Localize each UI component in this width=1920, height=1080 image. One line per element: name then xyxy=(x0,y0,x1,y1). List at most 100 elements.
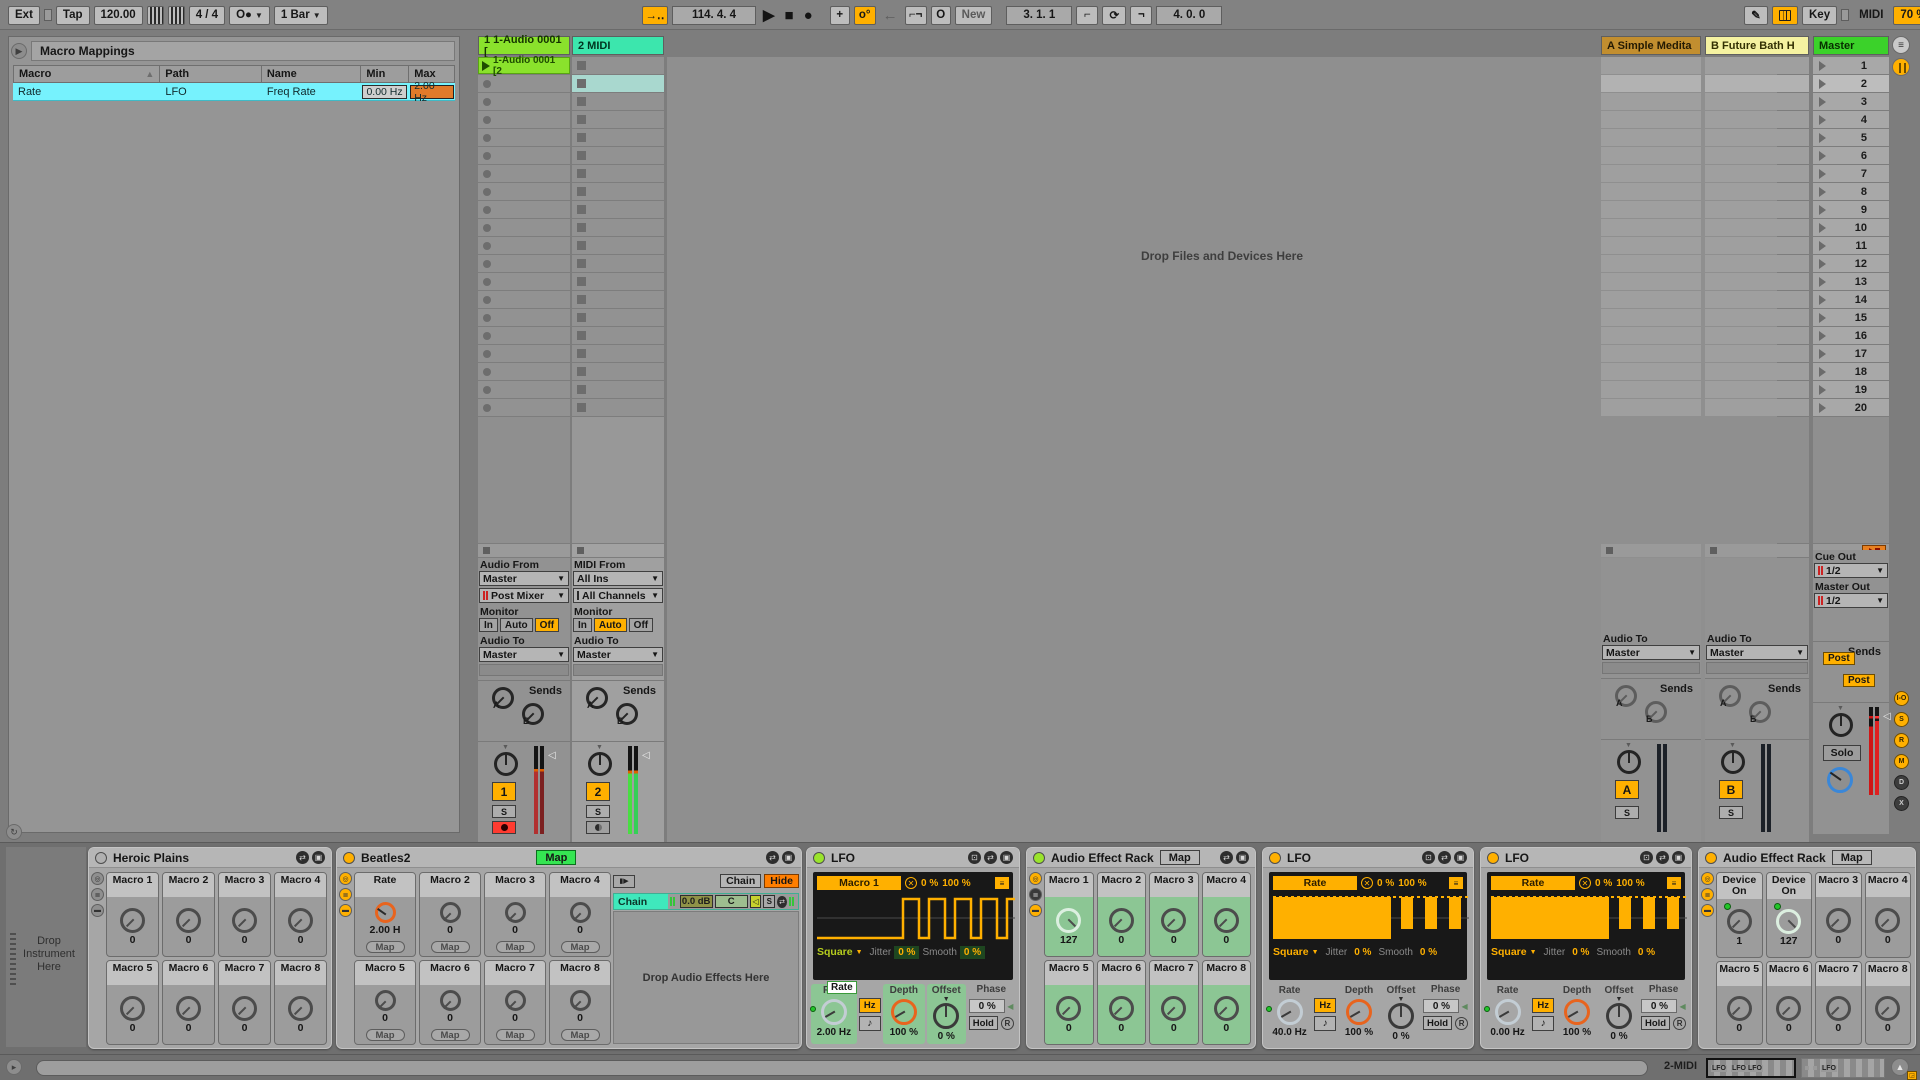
scene-play-icon[interactable] xyxy=(1819,169,1826,179)
scene[interactable]: 12 xyxy=(1813,255,1889,272)
macro-map-button[interactable]: Map xyxy=(431,941,470,953)
input-routing-dropdown[interactable]: Master▼ xyxy=(479,571,569,586)
monitor-off-button[interactable]: Off xyxy=(535,618,559,632)
pan-knob[interactable] xyxy=(588,752,612,776)
mixer-section-toggle[interactable]: X xyxy=(1894,796,1909,811)
macro-knob[interactable] xyxy=(176,908,201,933)
device-chain-overview[interactable]: LFO xyxy=(1801,1058,1885,1078)
offset-knob[interactable] xyxy=(933,1003,959,1029)
macro-knob[interactable] xyxy=(440,990,461,1011)
clip-slot[interactable] xyxy=(572,129,664,146)
rate-value[interactable]: 2.00 Hz xyxy=(817,1027,851,1038)
scene-play-icon[interactable] xyxy=(1819,295,1826,305)
pan-knob[interactable] xyxy=(494,752,518,776)
window-icon[interactable]: ⊡ xyxy=(968,851,981,864)
lfo-shape-dropdown[interactable]: Square xyxy=(1273,946,1309,958)
retrigger-button[interactable]: R xyxy=(1673,1017,1686,1030)
macro-knob[interactable] xyxy=(1161,908,1186,933)
mixer-section-toggle[interactable]: M xyxy=(1894,754,1909,769)
rate-knob[interactable] xyxy=(1277,999,1303,1025)
macro-knob[interactable] xyxy=(232,908,257,933)
device-title-bar[interactable]: Audio Effect Rack Map ⇄▣ xyxy=(1027,848,1255,868)
scene-play-icon[interactable] xyxy=(1819,79,1826,89)
draw-pencil-button[interactable]: ✎ xyxy=(1744,6,1768,25)
output-routing-dropdown[interactable]: Master▼ xyxy=(573,647,663,662)
window-icon[interactable]: ⊡ xyxy=(1640,851,1653,864)
macro-control[interactable]: Macro 5 0 Map xyxy=(354,960,416,1045)
scene[interactable]: 10 xyxy=(1813,219,1889,236)
device-on-toggle[interactable] xyxy=(95,852,107,864)
macro-map-mode-button[interactable]: Map xyxy=(1832,850,1872,865)
mapping-max-field[interactable]: 2.00 Hz xyxy=(410,85,454,99)
macro-view-toggle[interactable]: ◎ xyxy=(1701,872,1714,885)
macro-control[interactable]: Macro 4 0 xyxy=(1202,872,1252,957)
chain-solo-button[interactable]: S xyxy=(763,895,775,908)
stop-all-track-icon[interactable] xyxy=(483,547,490,554)
clip-slot[interactable] xyxy=(572,273,664,290)
scene[interactable]: 11 xyxy=(1813,237,1889,254)
track-activator[interactable]: A xyxy=(1615,780,1639,799)
chain-mute-button[interactable]: ◁ xyxy=(750,895,762,908)
macro-control[interactable]: Macro 5 0 xyxy=(1716,961,1763,1045)
chain-selector-button[interactable]: Chain xyxy=(720,874,761,888)
macro-control[interactable]: Macro 8 0 xyxy=(1202,960,1252,1045)
track-activator[interactable]: 1 xyxy=(492,782,516,801)
device-on-toggle[interactable] xyxy=(813,852,825,864)
column-header-macro[interactable]: Macro▲ xyxy=(13,65,160,83)
clip-slot[interactable] xyxy=(572,255,664,272)
resize-corner-icon[interactable]: ◲ xyxy=(1907,1071,1917,1080)
macro-control[interactable]: Macro 5 0 xyxy=(106,960,159,1045)
macro-knob[interactable] xyxy=(1875,908,1900,933)
drop-instrument-zone[interactable]: Drop Instrument Here xyxy=(6,847,86,1047)
time-signature-field[interactable]: 4 / 4 xyxy=(189,6,225,25)
overview-toggle-button[interactable]: ≡ xyxy=(1892,36,1910,54)
scene[interactable]: 9 xyxy=(1813,201,1889,218)
scene[interactable]: 3 xyxy=(1813,93,1889,110)
input-channel-dropdown[interactable]: Post Mixer▼ xyxy=(479,588,569,603)
clip-slot[interactable] xyxy=(478,399,570,416)
preview-cue-volume-knob[interactable] xyxy=(1827,767,1853,793)
clip-slot[interactable] xyxy=(478,129,570,146)
macro-control[interactable]: Macro 4 0 xyxy=(1865,872,1912,958)
scene-play-icon[interactable] xyxy=(1819,151,1826,161)
send-b-pre-post-toggle[interactable]: Post xyxy=(1843,674,1875,687)
retrigger-button[interactable]: R xyxy=(1001,1017,1014,1030)
macro-view-toggle[interactable]: ◎ xyxy=(91,872,104,885)
midi-map-button[interactable]: MIDI xyxy=(1853,6,1889,25)
scene-play-icon[interactable] xyxy=(1819,115,1826,125)
scene[interactable]: 2 xyxy=(1813,75,1889,92)
metronome-button[interactable]: O●▼ xyxy=(229,6,270,25)
devices-view-toggle[interactable]: ▬ xyxy=(1701,904,1714,917)
unmap-icon[interactable]: ✕ xyxy=(1361,877,1373,889)
scene-play-icon[interactable] xyxy=(1819,277,1826,287)
macro-knob[interactable] xyxy=(1826,996,1851,1021)
lfo-shape-dropdown[interactable]: Square xyxy=(1491,946,1527,958)
depth-value[interactable]: 100 % xyxy=(1563,1027,1591,1038)
jitter-value[interactable]: 0 % xyxy=(1350,946,1375,959)
clip-slot[interactable] xyxy=(572,183,664,200)
track-activator[interactable]: 2 xyxy=(586,782,610,801)
device-title-bar[interactable]: Heroic Plains ⇄▣ xyxy=(89,848,331,868)
macro-knob[interactable] xyxy=(176,996,201,1021)
scene-play-icon[interactable] xyxy=(1819,313,1826,323)
smooth-value[interactable]: 0 % xyxy=(1634,946,1659,959)
send-b-knob[interactable]: B xyxy=(1645,701,1667,723)
depth-knob[interactable] xyxy=(1346,999,1372,1025)
macro-map-button[interactable]: Map xyxy=(366,941,405,953)
automation-re-enable-button[interactable]: O xyxy=(931,6,951,25)
hot-swap-icon[interactable]: ⇄ xyxy=(984,851,997,864)
clip-slot[interactable] xyxy=(478,273,570,290)
track-header-midi[interactable]: 2 MIDI xyxy=(572,36,664,55)
chain-list-toggle[interactable]: ≣ xyxy=(1029,888,1042,901)
scene[interactable]: 19 xyxy=(1813,381,1889,398)
track-activator[interactable]: B xyxy=(1719,780,1743,799)
phase-value[interactable]: 0 % xyxy=(1641,999,1677,1013)
punch-in-button[interactable]: ⌐ xyxy=(1076,6,1098,25)
macro-control[interactable]: Macro 1 0 xyxy=(106,872,159,957)
map-target-button[interactable]: Rate xyxy=(1491,876,1575,890)
nudge-down-icon[interactable] xyxy=(147,6,164,25)
macro-knob[interactable] xyxy=(232,996,257,1021)
phase-slider-icon[interactable]: ◀ xyxy=(1679,1002,1685,1011)
macro-control[interactable]: Device On 127 xyxy=(1766,872,1813,958)
master-header[interactable]: Master xyxy=(1813,36,1889,55)
